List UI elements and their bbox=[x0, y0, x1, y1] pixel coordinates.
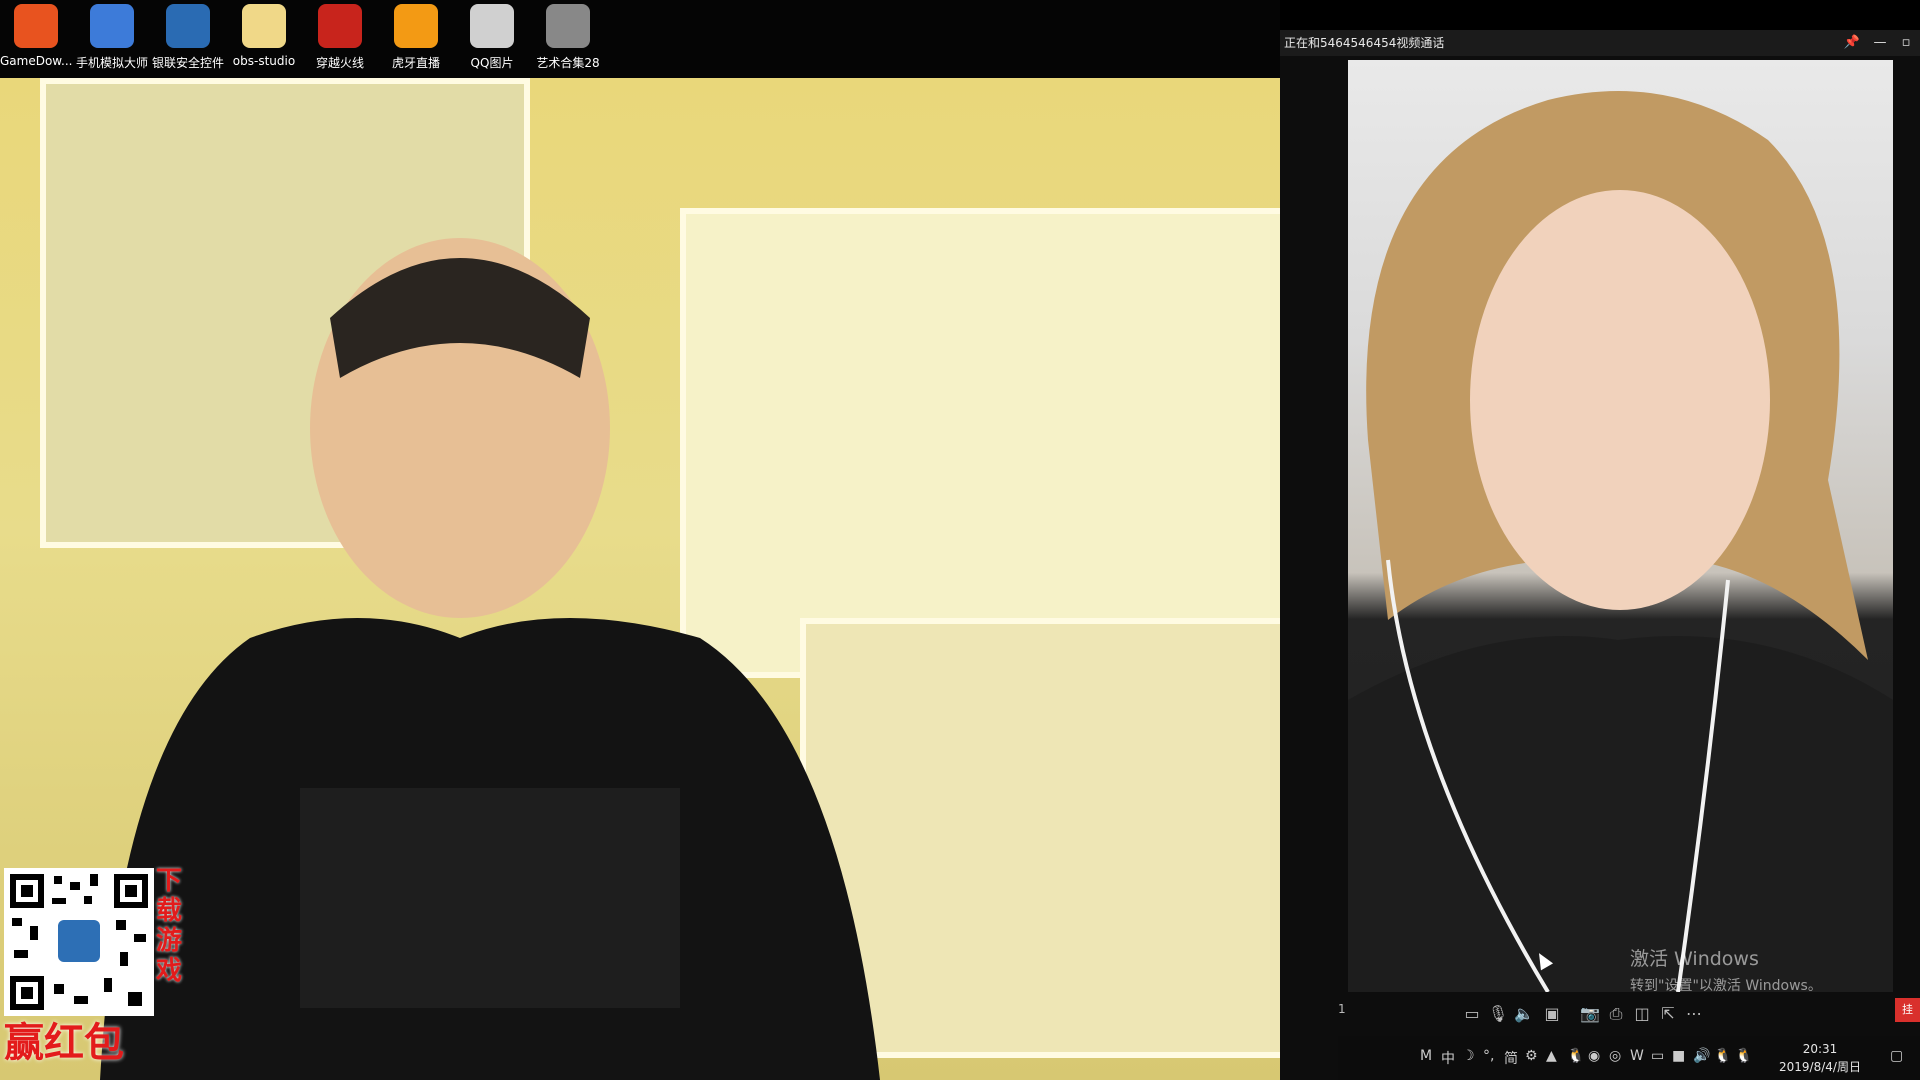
maximize-button[interactable]: ▫ bbox=[1892, 30, 1920, 56]
chat-icon[interactable]: ▭ bbox=[1460, 1002, 1484, 1026]
clock-time: 20:31 bbox=[1802, 1042, 1838, 1056]
desktop-icon-image-file[interactable]: QQ图片 bbox=[456, 4, 528, 71]
promo-red-envelope-text: 赢红包 bbox=[4, 1020, 124, 1066]
tray-icon[interactable]: 🐧 bbox=[1735, 1048, 1752, 1064]
tray-icon[interactable]: °, bbox=[1483, 1048, 1494, 1064]
clock-date: 2019/8/4/周日 bbox=[1779, 1060, 1861, 1074]
layout-icon[interactable]: ◫ bbox=[1630, 1002, 1654, 1026]
tray-icon[interactable]: ▲ bbox=[1546, 1048, 1557, 1064]
more-icon[interactable]: ⋯ bbox=[1682, 1002, 1706, 1026]
qr-pattern-icon bbox=[10, 874, 148, 1010]
huya-icon bbox=[394, 4, 438, 48]
hangup-button[interactable]: 挂 bbox=[1895, 998, 1920, 1022]
unionpay-shield-icon bbox=[166, 4, 210, 48]
notification-icon[interactable]: ▢ bbox=[1890, 1048, 1903, 1064]
call-titlebar[interactable]: 正在和5464546454视频通话 📌 — ▫ bbox=[1280, 30, 1920, 56]
crossfire-icon bbox=[318, 4, 362, 48]
tray-icon[interactable]: ■ bbox=[1672, 1048, 1685, 1064]
desktop-icon-video-file[interactable]: 艺术合集28 bbox=[532, 4, 604, 71]
tray-icon[interactable]: 🐧 bbox=[1567, 1048, 1584, 1064]
tray-icon[interactable]: 中 bbox=[1441, 1048, 1455, 1068]
tray-icon[interactable]: 简 bbox=[1504, 1048, 1518, 1068]
desktop-icon-huya[interactable]: 虎牙直播 bbox=[380, 4, 452, 71]
tray-icon[interactable]: ☽ bbox=[1462, 1048, 1475, 1064]
woman-silhouette bbox=[1348, 91, 1893, 992]
desktop-icon-gamedownload[interactable]: GameDow... bbox=[0, 4, 72, 68]
remote-video-feed bbox=[1348, 60, 1893, 992]
call-control-bar: ▭ 🎙 🔈 ▣ 📷 ⎙ ◫ ⇱ ⋯ bbox=[1336, 992, 1920, 1040]
tray-icon[interactable]: ⚙ bbox=[1525, 1048, 1538, 1064]
tray-icon[interactable]: ◎ bbox=[1609, 1048, 1621, 1064]
image-file-icon bbox=[470, 4, 514, 48]
tray-icon[interactable]: ◉ bbox=[1588, 1048, 1600, 1064]
qr-code[interactable] bbox=[4, 868, 154, 1016]
tray-icon[interactable]: M bbox=[1420, 1048, 1432, 1064]
desktop-icon-label: obs-studio bbox=[232, 54, 296, 68]
desktop-icon-phone-emulator[interactable]: 手机模拟大师 bbox=[76, 4, 148, 71]
windows-activation-watermark: 激活 Windows 转到"设置"以激活 Windows。 bbox=[1630, 944, 1822, 995]
desktop-icon-label: 银联安全控件 bbox=[152, 56, 224, 70]
desktop-icon-bar: GameDow... 手机模拟大师 银联安全控件 obs-studio 穿越火线 虎牙直播… bbox=[0, 0, 1280, 78]
desktop-icon-crossfire[interactable]: 穿越火线 bbox=[304, 4, 376, 71]
local-webcam-feed bbox=[0, 78, 1338, 1080]
share-screen-icon[interactable]: ⇱ bbox=[1656, 1002, 1680, 1026]
printer-icon[interactable]: ⎙ bbox=[1604, 1002, 1628, 1026]
tray-icon[interactable]: ▭ bbox=[1651, 1048, 1664, 1064]
video-call-window: 正在和5464546454视频通话 📌 — ▫ 激活 Windows 转到"设置… bbox=[1280, 30, 1920, 1080]
watermark-line1: 激活 Windows bbox=[1630, 948, 1759, 970]
desktop-icon-label: GameDow... bbox=[0, 54, 72, 68]
camera-off-icon[interactable]: ▣ bbox=[1540, 1002, 1564, 1026]
page-number: 1 bbox=[1338, 1002, 1346, 1016]
desktop-icon-label: QQ图片 bbox=[470, 56, 514, 70]
desktop-icon-label: 虎牙直播 bbox=[391, 56, 440, 70]
desktop-icon-label: 穿越火线 bbox=[315, 56, 364, 70]
gamedownload-icon bbox=[14, 4, 58, 48]
desktop-icon-label: 手机模拟大师 bbox=[76, 56, 148, 70]
taskbar-clock[interactable]: 20:31 2019/8/4/周日 bbox=[1770, 1040, 1870, 1076]
microphone-icon[interactable]: 🎙 bbox=[1486, 1002, 1510, 1026]
desktop-icon-unionpay-shield[interactable]: 银联安全控件 bbox=[152, 4, 224, 71]
desktop-icon-label: 艺术合集28 bbox=[536, 56, 600, 70]
desktop-icon-folder[interactable]: obs-studio bbox=[228, 4, 300, 68]
speaker-icon[interactable]: 🔈 bbox=[1512, 1002, 1536, 1026]
minimize-button[interactable]: — bbox=[1866, 30, 1894, 56]
phone-emulator-icon bbox=[90, 4, 134, 48]
screenshot-icon[interactable]: 📷 bbox=[1578, 1002, 1602, 1026]
promo-download-text: 下载游戏 bbox=[156, 866, 183, 986]
tray-icon[interactable]: 🐧 bbox=[1714, 1048, 1731, 1064]
video-file-icon bbox=[546, 4, 590, 48]
pin-icon[interactable]: 📌 bbox=[1838, 30, 1866, 56]
call-title: 正在和5464546454视频通话 bbox=[1284, 36, 1445, 50]
tray-icon[interactable]: 🔊 bbox=[1693, 1048, 1710, 1064]
tray-icon[interactable]: W bbox=[1630, 1048, 1644, 1064]
folder-icon bbox=[242, 4, 286, 48]
system-taskbar: 20:31 2019/8/4/周日 ▢ M 中 ☽ °, 简 ⚙ ▲ 🐧 ◉ ◎ W ▭ ■ 🔊 🐧 🐧 bbox=[1338, 1036, 1920, 1080]
